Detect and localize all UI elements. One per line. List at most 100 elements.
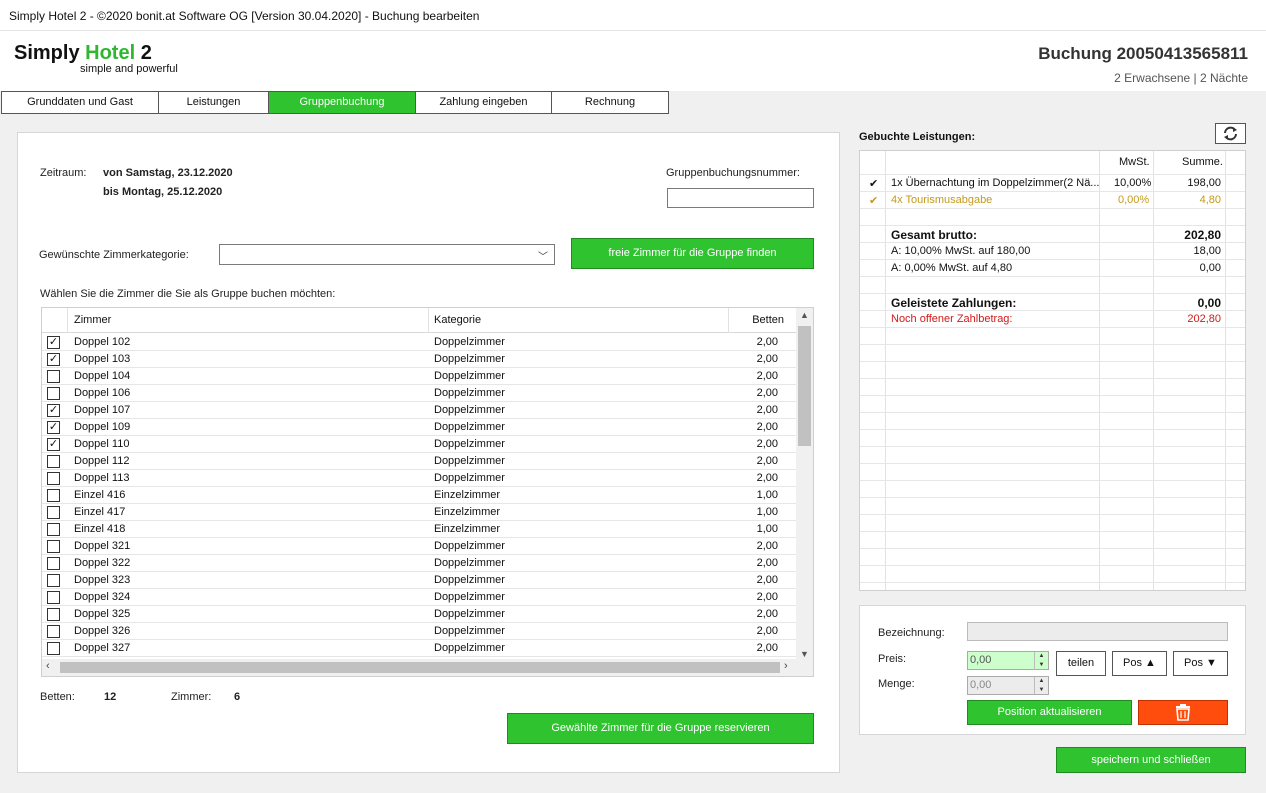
room-checkbox[interactable]: [47, 642, 60, 655]
tab-bar: Grunddaten und Gast Leistungen Gruppenbu…: [1, 91, 669, 114]
table-row[interactable]: Doppel 321 Doppelzimmer 2,00: [42, 538, 798, 555]
room-checkbox[interactable]: ✓: [47, 421, 60, 434]
teilen-button[interactable]: teilen: [1056, 651, 1106, 676]
table-row[interactable]: Doppel 112 Doppelzimmer 2,00: [42, 453, 798, 470]
room-checkbox[interactable]: [47, 540, 60, 553]
empty-row: [860, 566, 1245, 583]
hscroll-thumb[interactable]: [60, 662, 780, 673]
table-row[interactable]: ✓ Doppel 109 Doppelzimmer 2,00: [42, 419, 798, 436]
room-category: Doppelzimmer: [434, 438, 505, 450]
menge-label: Menge:: [878, 678, 915, 690]
room-checkbox[interactable]: ✓: [47, 353, 60, 366]
room-name: Doppel 321: [74, 540, 131, 552]
room-checkbox[interactable]: [47, 370, 60, 383]
header: Simply Hotel 2 simple and powerful Buchu…: [0, 31, 1266, 91]
room-beds: 2,00: [756, 472, 778, 484]
room-category: Doppelzimmer: [434, 591, 505, 603]
scroll-up-icon[interactable]: ▲: [796, 310, 813, 320]
room-checkbox[interactable]: [47, 574, 60, 587]
scroll-right-icon[interactable]: ›: [784, 660, 788, 672]
table-row[interactable]: Doppel 104 Doppelzimmer 2,00: [42, 368, 798, 385]
room-category: Doppelzimmer: [434, 455, 505, 467]
table-row[interactable]: ✓ Doppel 102 Doppelzimmer 2,00: [42, 334, 798, 351]
rooms-label: Zimmer:: [171, 691, 212, 703]
update-position-button[interactable]: Position aktualisieren: [967, 700, 1132, 725]
service-row[interactable]: ✔ 4x Tourismusabgabe 0,00% 4,80: [860, 192, 1245, 209]
table-row[interactable]: Doppel 322 Doppelzimmer 2,00: [42, 555, 798, 572]
pos-up-button[interactable]: Pos ▲: [1112, 651, 1167, 676]
col-zimmer[interactable]: Zimmer: [74, 314, 111, 326]
find-rooms-button[interactable]: freie Zimmer für die Gruppe finden: [571, 238, 814, 269]
pos-down-button[interactable]: Pos ▼: [1173, 651, 1228, 676]
table-row[interactable]: Doppel 324 Doppelzimmer 2,00: [42, 589, 798, 606]
bezeichnung-input[interactable]: [967, 622, 1228, 641]
room-checkbox[interactable]: [47, 591, 60, 604]
room-checkbox[interactable]: ✓: [47, 336, 60, 349]
table-row[interactable]: ✓ Doppel 110 Doppelzimmer 2,00: [42, 436, 798, 453]
open-value: 202,80: [1187, 313, 1221, 325]
col-betten[interactable]: Betten: [752, 314, 784, 326]
table-row[interactable]: Doppel 326 Doppelzimmer 2,00: [42, 623, 798, 640]
table-row[interactable]: ✓ Doppel 107 Doppelzimmer 2,00: [42, 402, 798, 419]
tab-grunddaten[interactable]: Grunddaten und Gast: [1, 91, 159, 114]
group-number-input[interactable]: [667, 188, 814, 208]
room-name: Doppel 109: [74, 421, 131, 433]
table-row[interactable]: Doppel 327 Doppelzimmer 2,00: [42, 640, 798, 657]
table-row[interactable]: Einzel 417 Einzelzimmer 1,00: [42, 504, 798, 521]
room-category: Doppelzimmer: [434, 608, 505, 620]
empty-row: [860, 345, 1245, 362]
room-checkbox[interactable]: ✓: [47, 438, 60, 451]
room-beds: 2,00: [756, 404, 778, 416]
rooms-horizontal-scrollbar[interactable]: ‹ ›: [42, 659, 813, 676]
tab-leistungen[interactable]: Leistungen: [158, 91, 269, 114]
category-select[interactable]: ﹀: [219, 244, 555, 265]
paid-label: Geleistete Zahlungen:: [891, 296, 1017, 310]
room-checkbox[interactable]: [47, 387, 60, 400]
preis-stepper[interactable]: 0,00 ▲ ▼: [967, 651, 1049, 670]
tab-zahlung[interactable]: Zahlung eingeben: [415, 91, 552, 114]
room-checkbox[interactable]: [47, 455, 60, 468]
menge-stepper[interactable]: 0,00 ▲ ▼: [967, 676, 1049, 695]
rooms-vertical-scrollbar[interactable]: ▲ ▼: [796, 308, 813, 661]
choose-rooms-label: Wählen Sie die Zimmer die Sie als Gruppe…: [40, 288, 336, 300]
table-row[interactable]: Doppel 323 Doppelzimmer 2,00: [42, 572, 798, 589]
scroll-down-icon[interactable]: ▼: [796, 649, 813, 659]
stepper-down-icon[interactable]: ▼: [1034, 686, 1048, 695]
room-checkbox[interactable]: [47, 523, 60, 536]
zeitraum-von: von Samstag, 23.12.2020: [103, 167, 233, 179]
scroll-left-icon[interactable]: ‹: [46, 660, 50, 672]
save-close-button[interactable]: speichern und schließen: [1056, 747, 1246, 773]
room-name: Einzel 417: [74, 506, 126, 518]
delete-button[interactable]: [1138, 700, 1228, 725]
table-row[interactable]: Doppel 113 Doppelzimmer 2,00: [42, 470, 798, 487]
room-name: Doppel 327: [74, 642, 131, 654]
col-kategorie[interactable]: Kategorie: [434, 314, 481, 326]
room-checkbox[interactable]: [47, 506, 60, 519]
table-row[interactable]: Doppel 106 Doppelzimmer 2,00: [42, 385, 798, 402]
table-row[interactable]: Einzel 416 Einzelzimmer 1,00: [42, 487, 798, 504]
stepper-up-icon[interactable]: ▲: [1034, 677, 1048, 686]
table-row[interactable]: Einzel 418 Einzelzimmer 1,00: [42, 521, 798, 538]
table-row[interactable]: Doppel 325 Doppelzimmer 2,00: [42, 606, 798, 623]
tab-rechnung[interactable]: Rechnung: [551, 91, 669, 114]
room-checkbox[interactable]: [47, 472, 60, 485]
scroll-thumb[interactable]: [798, 326, 811, 446]
room-name: Doppel 324: [74, 591, 131, 603]
open-row: Noch offener Zahlbetrag: 202,80: [860, 311, 1245, 328]
room-checkbox[interactable]: [47, 557, 60, 570]
room-checkbox[interactable]: [47, 489, 60, 502]
room-category: Doppelzimmer: [434, 472, 505, 484]
table-row[interactable]: ✓ Doppel 103 Doppelzimmer 2,00: [42, 351, 798, 368]
service-mwst: 0,00%: [1118, 194, 1150, 206]
zeitraum-bis: bis Montag, 25.12.2020: [103, 186, 223, 198]
stepper-up-icon[interactable]: ▲: [1034, 652, 1048, 661]
service-row[interactable]: ✔ 1x Übernachtung im Doppelzimmer(2 Nä..…: [860, 175, 1245, 192]
tab-gruppenbuchung[interactable]: Gruppenbuchung: [268, 91, 416, 114]
service-sum: 198,00: [1187, 177, 1221, 189]
refresh-button[interactable]: [1215, 123, 1246, 144]
room-checkbox[interactable]: [47, 608, 60, 621]
room-checkbox[interactable]: ✓: [47, 404, 60, 417]
reserve-rooms-button[interactable]: Gewählte Zimmer für die Gruppe reservier…: [507, 713, 814, 744]
stepper-down-icon[interactable]: ▼: [1034, 661, 1048, 670]
room-checkbox[interactable]: [47, 625, 60, 638]
